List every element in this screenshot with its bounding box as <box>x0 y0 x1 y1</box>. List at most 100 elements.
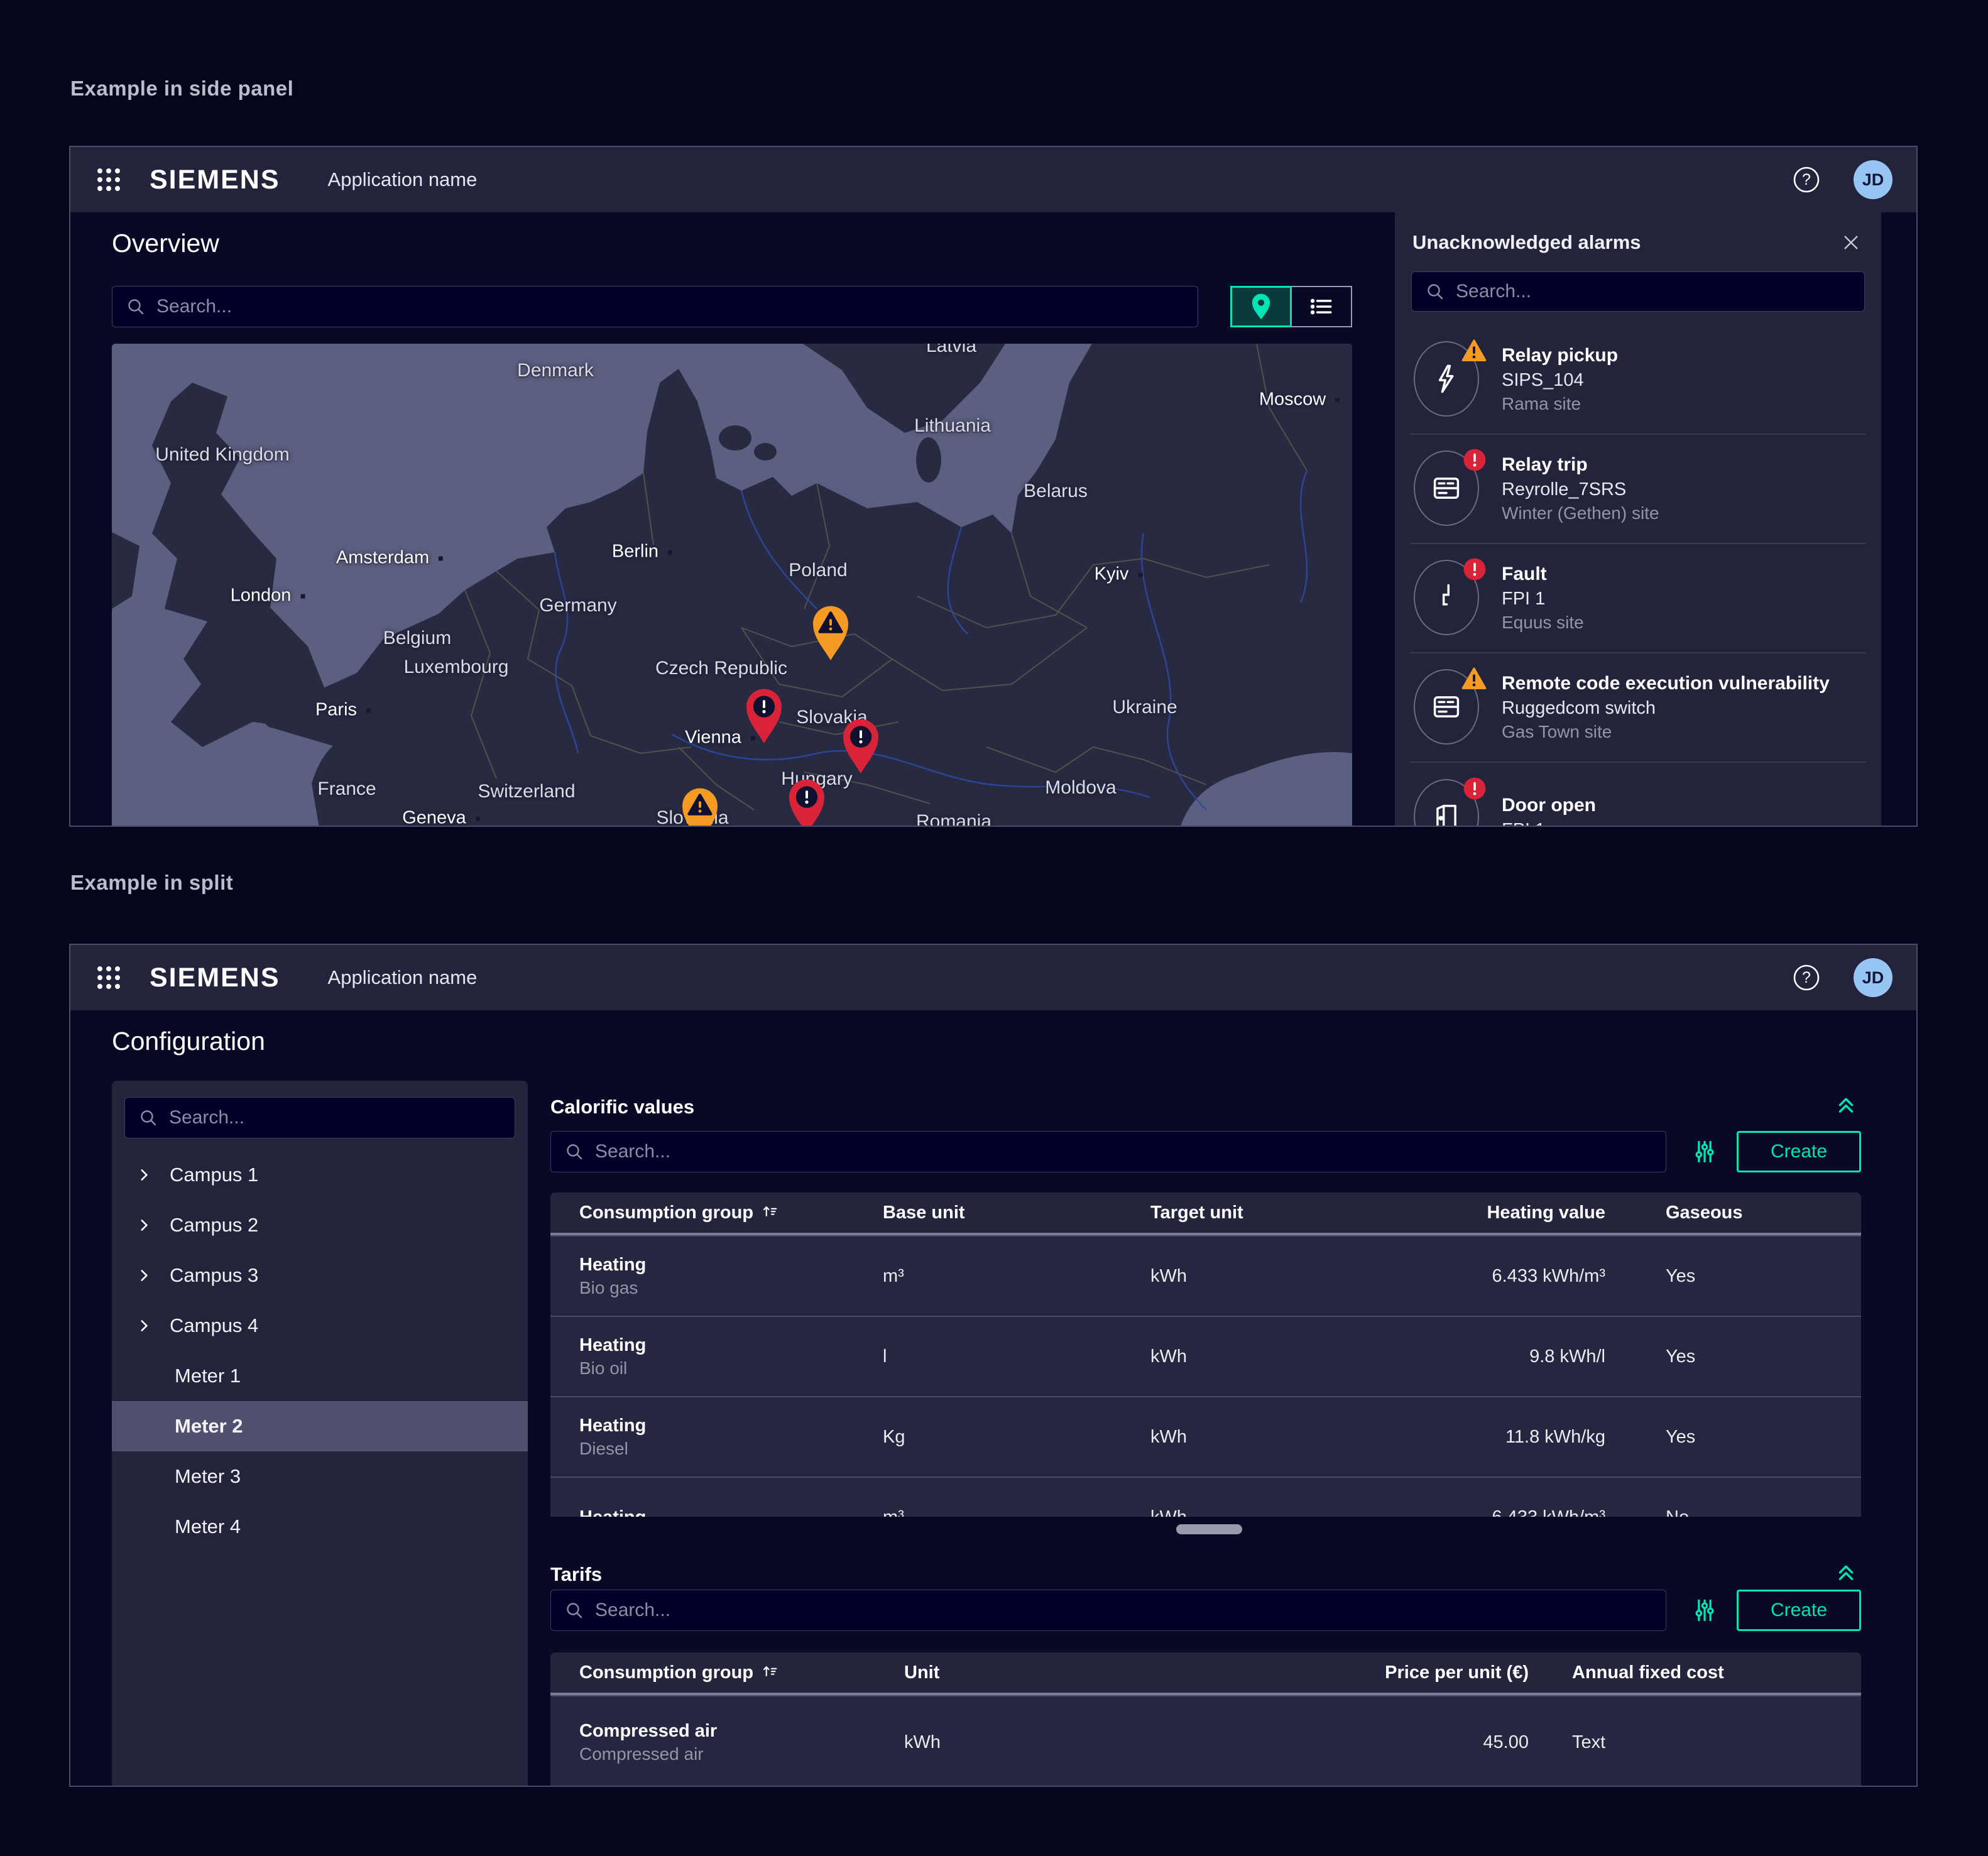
alarm-list-item[interactable]: Relay trip Reyrolle_7SRS Winter (Gethen)… <box>1410 435 1866 544</box>
critical-map-marker[interactable] <box>840 717 882 775</box>
asset-tree-panel: Search... Campus 1 Campus 2 Campus 3 Cam… <box>112 1081 528 1787</box>
warning-badge-icon <box>1461 667 1487 691</box>
tree-item-meter-4[interactable]: Meter 4 <box>112 1502 528 1552</box>
table-row[interactable]: Heating m³ kWh 6.433 kWh/m³ No <box>550 1477 1861 1517</box>
map-label-city: Paris <box>315 700 371 721</box>
alarms-panel-title: Unacknowledged alarms <box>1412 231 1641 254</box>
alarm-title: Remote code execution vulnerability <box>1502 671 1830 696</box>
alarm-list-item[interactable]: Fault FPI 1 Equus site <box>1410 544 1866 653</box>
table-row[interactable]: Compressed airCompressed air kWh 45.00 T… <box>550 1695 1861 1787</box>
search-placeholder: Search... <box>169 1107 244 1128</box>
tree-item-campus-4[interactable]: Campus 4 <box>112 1301 528 1351</box>
column-target-unit: Target unit <box>1150 1203 1377 1223</box>
horizontal-scrollbar[interactable] <box>1176 1524 1242 1534</box>
table-row[interactable]: HeatingBio oil l kWh 9.8 kWh/l Yes <box>550 1316 1861 1396</box>
map-label-city: London <box>231 586 305 606</box>
map-label-city: Kyiv <box>1095 564 1143 585</box>
alarm-list-item[interactable]: Relay pickup SIPS_104 Rama site <box>1410 325 1866 435</box>
tree-item-meter-3[interactable]: Meter 3 <box>112 1451 528 1502</box>
app-switcher-icon[interactable] <box>94 963 123 992</box>
map-label-country: Luxembourg <box>404 657 509 678</box>
warning-map-marker[interactable] <box>679 786 721 827</box>
column-consumption-group[interactable]: Consumption group <box>579 1662 904 1683</box>
tree-item-meter-1[interactable]: Meter 1 <box>112 1351 528 1401</box>
tarifs-search-input[interactable]: Search... <box>550 1590 1666 1631</box>
tree-item-campus-1[interactable]: Campus 1 <box>112 1150 528 1200</box>
avatar[interactable]: JD <box>1854 160 1892 199</box>
tree-item-label: Campus 1 <box>170 1164 258 1186</box>
tarifs-section-title: Tarifs <box>550 1563 602 1586</box>
map-label-city: Geneva <box>402 808 480 827</box>
tree-item-campus-3[interactable]: Campus 3 <box>112 1250 528 1301</box>
alarms-search-input[interactable]: Search... <box>1411 271 1865 312</box>
column-consumption-group[interactable]: Consumption group <box>579 1203 883 1223</box>
avatar[interactable]: JD <box>1854 958 1892 997</box>
filter-icon[interactable] <box>1690 1596 1719 1625</box>
calorific-search-input[interactable]: Search... <box>550 1131 1666 1172</box>
search-icon <box>565 1601 584 1620</box>
siemens-logo: SIEMENS <box>150 963 280 993</box>
tarifs-table: Consumption group Unit Price per unit (€… <box>550 1652 1861 1787</box>
map-label-city: Amsterdam <box>336 548 443 569</box>
map-search-input[interactable]: Search... <box>112 286 1198 327</box>
overview-toolbar: Search... <box>112 286 1352 327</box>
example-split-label: Example in split <box>70 871 233 895</box>
search-placeholder: Search... <box>1456 281 1531 302</box>
map-label-city: Berlin <box>612 542 672 562</box>
alarm-list-item[interactable]: Remote code execution vulnerability Rugg… <box>1410 653 1866 763</box>
collapse-section-icon[interactable] <box>1833 1092 1859 1117</box>
alarm-site: Rama site <box>1502 392 1618 416</box>
map-view-button[interactable] <box>1230 286 1292 327</box>
alarm-device: SIPS_104 <box>1502 368 1618 392</box>
close-icon[interactable] <box>1838 230 1864 255</box>
warning-badge-icon <box>1461 339 1487 363</box>
filter-icon[interactable] <box>1690 1137 1719 1166</box>
map-label-country: Lithuania <box>914 415 991 437</box>
alarm-list-item[interactable]: Door open FPI 1 <box>1410 763 1866 827</box>
list-view-button[interactable] <box>1291 286 1352 327</box>
column-gaseous: Gaseous <box>1605 1203 1832 1223</box>
app-header: SIEMENS Application name ? JD <box>70 945 1916 1010</box>
column-unit: Unit <box>904 1662 1256 1683</box>
table-row[interactable]: HeatingBio gas m³ kWh 6.433 kWh/m³ Yes <box>550 1235 1861 1316</box>
chevron-right-icon <box>136 1267 152 1284</box>
search-placeholder: Search... <box>156 296 232 317</box>
alarm-title: Fault <box>1502 562 1584 587</box>
map-label-country: Moldova <box>1045 777 1116 799</box>
alarm-device: FPI 1 <box>1502 818 1596 827</box>
search-placeholder: Search... <box>595 1141 670 1162</box>
map-label-country: United Kingdom <box>155 444 289 466</box>
column-price-per-unit: Price per unit (€) <box>1256 1662 1529 1683</box>
warning-map-marker[interactable] <box>810 604 851 662</box>
alarm-site: Gas Town site <box>1502 720 1830 744</box>
critical-map-marker[interactable] <box>743 687 785 745</box>
critical-map-marker[interactable] <box>786 777 827 827</box>
tree-item-label: Campus 3 <box>170 1264 258 1287</box>
map-label-country: Latvia <box>926 344 976 357</box>
collapse-section-icon[interactable] <box>1833 1559 1859 1585</box>
tree-item-label: Campus 2 <box>170 1214 258 1236</box>
tree-item-label: Meter 1 <box>175 1365 241 1387</box>
tree-item-campus-2[interactable]: Campus 2 <box>112 1200 528 1250</box>
page-title: Overview <box>112 229 219 258</box>
help-icon[interactable]: ? <box>1792 165 1821 194</box>
create-button[interactable]: Create <box>1737 1590 1861 1631</box>
alarm-device: Ruggedcom switch <box>1502 696 1830 720</box>
map-label-country: Romania <box>916 811 991 827</box>
create-button[interactable]: Create <box>1737 1131 1861 1172</box>
map-label-country: Switzerland <box>478 781 575 802</box>
tree-item-label: Meter 4 <box>175 1515 241 1538</box>
tree-item-label: Meter 2 <box>175 1415 243 1438</box>
tree-item-label: Meter 3 <box>175 1465 241 1488</box>
map-label-country: France <box>317 778 376 800</box>
tree-item-meter-2[interactable]: Meter 2 <box>112 1401 528 1451</box>
map-label-country: Germany <box>539 595 616 616</box>
app-switcher-icon[interactable] <box>94 165 123 194</box>
tree-search-input[interactable]: Search... <box>124 1097 515 1138</box>
europe-map[interactable]: LatviaDenmarkMoscowLithuaniaUnited Kingd… <box>112 344 1352 827</box>
critical-badge-icon <box>1463 777 1487 800</box>
page-title: Configuration <box>112 1027 265 1056</box>
sort-icon <box>761 1203 780 1222</box>
help-icon[interactable]: ? <box>1792 963 1821 992</box>
table-row[interactable]: HeatingDiesel Kg kWh 11.8 kWh/kg Yes <box>550 1396 1861 1477</box>
